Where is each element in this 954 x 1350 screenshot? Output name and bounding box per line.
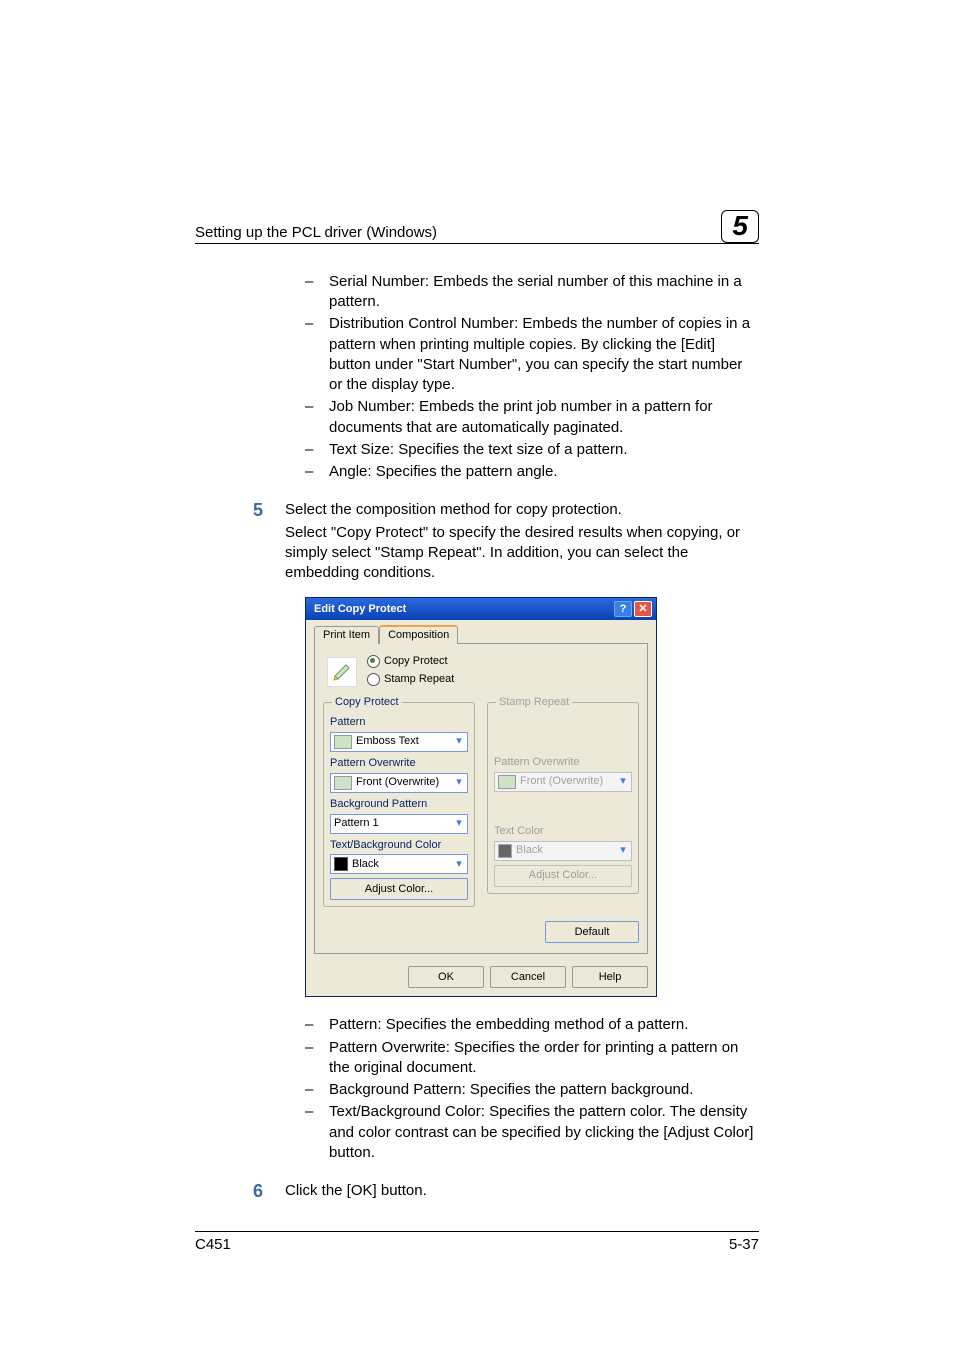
list-item: Text Size: Specifies the text size of a … <box>305 440 759 460</box>
chevron-down-icon: ▾ <box>615 842 631 860</box>
combo-value: Pattern 1 <box>334 816 379 831</box>
close-icon[interactable]: ✕ <box>634 601 652 617</box>
chapter-number: 5 <box>721 210 759 243</box>
adjust-color-button[interactable]: Adjust Color... <box>330 878 468 900</box>
radio-icon <box>367 655 380 668</box>
radio-copy-protect[interactable]: Copy Protect <box>367 654 454 669</box>
pattern-combo[interactable]: Emboss Text ▾ <box>330 732 468 752</box>
color-swatch-icon <box>498 844 512 858</box>
chevron-down-icon: ▾ <box>615 773 631 791</box>
list-item: Angle: Specifies the pattern angle. <box>305 462 759 482</box>
button-label: OK <box>438 970 454 985</box>
button-label: Default <box>575 925 610 940</box>
help-button[interactable]: Help <box>572 966 648 988</box>
list-item: Pattern: Specifies the embedding method … <box>305 1015 759 1035</box>
dialog-tabs: Print Item Composition <box>314 626 648 644</box>
group-title: Copy Protect <box>332 695 402 710</box>
ok-button[interactable]: OK <box>408 966 484 988</box>
text-bg-color-combo[interactable]: Black ▾ <box>330 854 468 874</box>
list-item: Job Number: Embeds the print job number … <box>305 397 759 438</box>
step-number: 5 <box>253 498 263 522</box>
radio-label: Stamp Repeat <box>384 672 454 687</box>
background-pattern-combo[interactable]: Pattern 1 ▾ <box>330 814 468 834</box>
stamp-repeat-group: Stamp Repeat Pattern Overwrite Front (Ov… <box>487 702 639 894</box>
composition-panel: Copy Protect Stamp Repeat Cop <box>314 643 648 954</box>
copy-protect-group: Copy Protect Pattern Emboss Text ▾ Patte… <box>323 702 475 907</box>
button-label: Adjust Color... <box>529 868 597 883</box>
text-bg-color-label: Text/Background Color <box>330 838 468 853</box>
chevron-down-icon: ▾ <box>451 774 467 792</box>
tab-composition[interactable]: Composition <box>379 625 458 644</box>
combo-value: Black <box>352 857 379 872</box>
button-label: Help <box>599 970 622 985</box>
bullet-list-2: Pattern: Specifies the embedding method … <box>305 1015 759 1163</box>
radio-label: Copy Protect <box>384 654 448 669</box>
combo-value: Front (Overwrite) <box>520 774 603 789</box>
pattern-overwrite-combo-disabled: Front (Overwrite) ▾ <box>494 772 632 792</box>
color-swatch-icon <box>334 857 348 871</box>
pattern-overwrite-combo[interactable]: Front (Overwrite) ▾ <box>330 773 468 793</box>
pattern-label: Pattern <box>330 715 468 730</box>
button-label: Cancel <box>511 970 545 985</box>
page-header: Setting up the PCL driver (Windows) 5 <box>195 210 759 244</box>
step-text: Select "Copy Protect" to specify the des… <box>285 523 759 584</box>
text-color-label: Text Color <box>494 824 632 839</box>
step-text: Select the composition method for copy p… <box>285 500 759 520</box>
list-item: Pattern Overwrite: Specifies the order f… <box>305 1038 759 1079</box>
default-button[interactable]: Default <box>545 921 639 943</box>
bullet-list-1: Serial Number: Embeds the serial number … <box>305 272 759 483</box>
text-color-combo-disabled: Black ▾ <box>494 841 632 861</box>
radio-icon <box>367 673 380 686</box>
chevron-down-icon: ▾ <box>451 815 467 833</box>
pattern-overwrite-label: Pattern Overwrite <box>330 756 468 771</box>
button-label: Adjust Color... <box>365 882 433 897</box>
list-item: Distribution Control Number: Embeds the … <box>305 314 759 395</box>
edit-copy-protect-dialog: Edit Copy Protect ? ✕ Print Item Composi… <box>305 597 657 997</box>
combo-value: Emboss Text <box>356 734 419 749</box>
header-title: Setting up the PCL driver (Windows) <box>195 224 437 241</box>
footer-left: C451 <box>195 1236 231 1253</box>
footer-right: 5-37 <box>729 1236 759 1253</box>
step-6: 6 Click the [OK] button. <box>285 1181 759 1201</box>
step-number: 6 <box>253 1179 263 1203</box>
step-text: Click the [OK] button. <box>285 1181 759 1201</box>
dialog-title: Edit Copy Protect <box>314 602 406 617</box>
radio-stamp-repeat[interactable]: Stamp Repeat <box>367 672 454 687</box>
list-item: Serial Number: Embeds the serial number … <box>305 272 759 313</box>
adjust-color-button-disabled: Adjust Color... <box>494 865 632 887</box>
dialog-titlebar[interactable]: Edit Copy Protect ? ✕ <box>306 598 656 620</box>
step-5: 5 Select the composition method for copy… <box>285 500 759 583</box>
combo-value: Black <box>516 843 543 858</box>
list-item: Text/Background Color: Specifies the pat… <box>305 1102 759 1163</box>
mode-icon <box>327 657 357 687</box>
pattern-overwrite-label: Pattern Overwrite <box>494 755 632 770</box>
group-title: Stamp Repeat <box>496 695 572 710</box>
cancel-button[interactable]: Cancel <box>490 966 566 988</box>
page-footer: C451 5-37 <box>195 1231 759 1253</box>
list-item: Background Pattern: Specifies the patter… <box>305 1080 759 1100</box>
tab-print-item[interactable]: Print Item <box>314 626 379 644</box>
background-pattern-label: Background Pattern <box>330 797 468 812</box>
combo-value: Front (Overwrite) <box>356 775 439 790</box>
help-icon[interactable]: ? <box>614 601 632 617</box>
chevron-down-icon: ▾ <box>451 733 467 751</box>
chevron-down-icon: ▾ <box>451 855 467 873</box>
